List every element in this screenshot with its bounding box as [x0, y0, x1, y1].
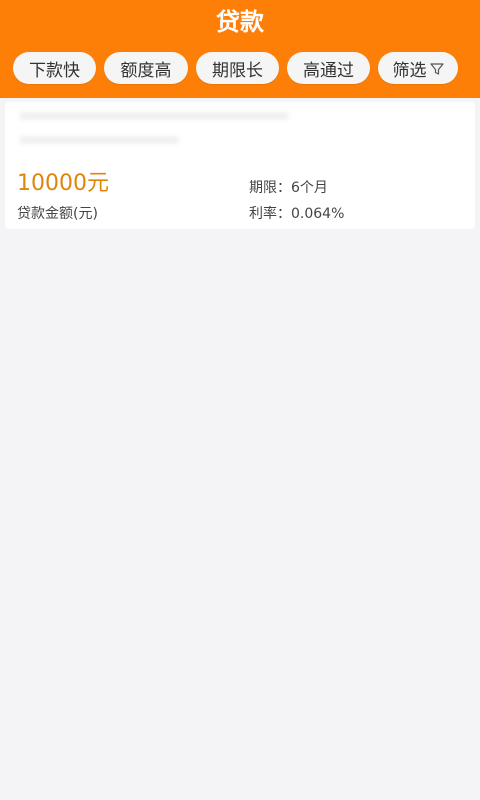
filter-fast-disbursement[interactable]: 下款快	[13, 52, 96, 84]
filter-long-term[interactable]: 期限长	[196, 52, 279, 84]
filter-label: 高通过	[303, 60, 354, 81]
loan-amount: 10000元	[17, 171, 109, 196]
filter-label: 筛选	[392, 60, 427, 81]
filter-bar: 下款快 额度高 期限长 高通过 筛选	[13, 52, 458, 84]
filter-label: 额度高	[120, 60, 172, 81]
blurred-text-line	[19, 136, 179, 144]
filter-label: 下款快	[29, 60, 80, 81]
loan-amount-label: 贷款金额(元)	[17, 206, 98, 222]
filter-icon	[429, 61, 444, 75]
loan-rate: 利率：0.064%	[249, 206, 345, 222]
loan-card[interactable]: 10000元 贷款金额(元) 期限：6个月 利率：0.064%	[5, 102, 475, 229]
header-bar: 贷款 下款快 额度高 期限长 高通过 筛选	[0, 0, 480, 98]
blurred-text-line	[19, 112, 289, 120]
filter-high-limit[interactable]: 额度高	[104, 52, 188, 84]
filter-button[interactable]: 筛选	[378, 52, 458, 84]
loan-term: 期限：6个月	[249, 180, 328, 196]
filter-high-approval[interactable]: 高通过	[287, 52, 370, 84]
page-title: 贷款	[216, 8, 264, 36]
filter-label: 期限长	[212, 60, 263, 81]
